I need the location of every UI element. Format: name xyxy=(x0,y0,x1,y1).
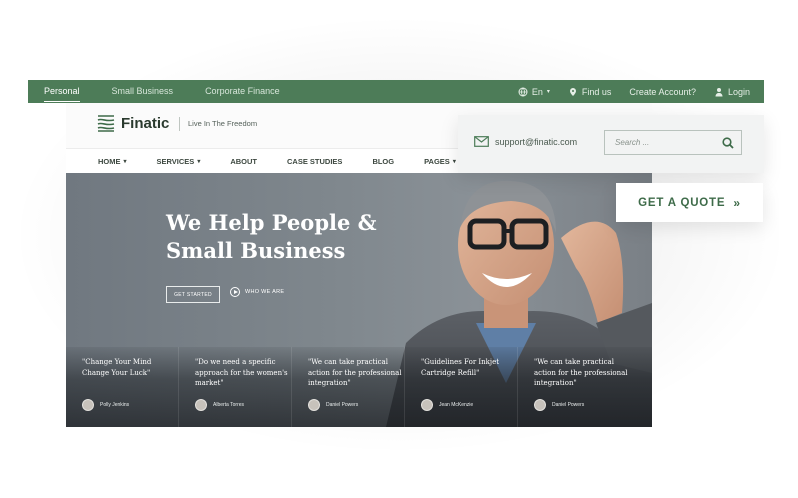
nav-label: HOME xyxy=(98,156,121,166)
testimonial-author: Alberta Torres xyxy=(195,399,244,411)
find-us-label: Find us xyxy=(581,86,612,97)
nav-item-blog[interactable]: BLOG xyxy=(372,157,394,166)
create-account-link[interactable]: Create Account? xyxy=(629,87,696,97)
nav-item-case-studies[interactable]: CASE STUDIES xyxy=(287,157,342,166)
hero-section: We Help People & Small Business GET STAR… xyxy=(66,173,652,427)
testimonial-author: Daniel Powers xyxy=(308,399,358,411)
chevron-down-icon: ▾ xyxy=(197,158,201,165)
avatar xyxy=(82,399,94,411)
who-we-are-link[interactable]: WHO WE ARE xyxy=(230,287,284,297)
tab-personal[interactable]: Personal xyxy=(28,80,96,103)
tab-small-business[interactable]: Small Business xyxy=(96,80,190,103)
avatar xyxy=(534,399,546,411)
testimonial-item[interactable]: "We can take practical action for the pr… xyxy=(518,347,631,427)
author-name: Alberta Torres xyxy=(213,402,245,408)
nav-label: SERVICES xyxy=(156,156,195,166)
get-started-button[interactable]: GET STARTED xyxy=(166,286,220,303)
hero-title: We Help People & Small Business xyxy=(166,210,377,263)
author-name: Daniel Powers xyxy=(326,402,359,408)
chevron-down-icon: ▾ xyxy=(452,158,456,165)
login-link[interactable]: Login xyxy=(714,87,750,97)
language-selector[interactable]: En ▾ xyxy=(518,87,550,97)
get-a-quote-button[interactable]: GET A QUOTE » xyxy=(616,183,763,222)
testimonial-quote: "We can take practical action for the pr… xyxy=(534,358,628,387)
search-box xyxy=(604,130,742,155)
who-we-are-label: WHO WE ARE xyxy=(245,289,285,295)
nav-label: CASE STUDIES xyxy=(287,156,343,166)
testimonial-item[interactable]: "Change Your Mind Change Your Luck" Poll… xyxy=(66,347,179,427)
testimonial-quote: "We can take practical action for the pr… xyxy=(308,358,402,387)
search-icon[interactable] xyxy=(722,137,734,149)
nav-label: PAGES xyxy=(424,156,450,166)
brand-name: Finatic xyxy=(121,114,170,132)
author-name: Daniel Powers xyxy=(552,402,585,408)
tab-corporate-finance[interactable]: Corporate Finance xyxy=(189,80,296,103)
language-label: En xyxy=(531,86,543,97)
testimonial-author: Jean McKenzie xyxy=(421,399,473,411)
chevron-down-icon: ▾ xyxy=(123,158,127,165)
nav-item-services[interactable]: SERVICES ▾ xyxy=(157,157,201,166)
nav-label: ABOUT xyxy=(230,156,257,166)
login-label: Login xyxy=(727,86,750,97)
avatar xyxy=(421,399,433,411)
globe-icon xyxy=(518,87,528,96)
author-name: Jean McKenzie xyxy=(439,402,474,408)
support-email-link[interactable]: support@finatic.com xyxy=(474,136,577,147)
testimonial-item[interactable]: "We can take practical action for the pr… xyxy=(292,347,405,427)
map-pin-icon xyxy=(569,87,576,96)
site-logo[interactable]: Finatic xyxy=(97,114,169,132)
support-email: support@finatic.com xyxy=(495,136,578,147)
testimonial-author: Polly Jenkins xyxy=(82,399,129,411)
chevron-down-icon: ▾ xyxy=(546,89,550,95)
testimonial-quote: "Change Your Mind Change Your Luck" xyxy=(82,358,152,377)
brand-tagline: Live In The Freedom xyxy=(179,117,257,131)
testimonial-item[interactable]: "Do we need a specific approach for the … xyxy=(179,347,292,427)
mockup-canvas: Personal Small Business Corporate Financ… xyxy=(0,0,798,498)
find-us-link[interactable]: Find us xyxy=(568,86,612,97)
testimonial-author: Daniel Powers xyxy=(534,399,584,411)
testimonial-item[interactable]: "Guidelines For Inkjet Cartridge Refill"… xyxy=(405,347,518,427)
avatar xyxy=(308,399,320,411)
get-a-quote-label: GET A QUOTE xyxy=(638,196,726,209)
testimonial-quote: "Do we need a specific approach for the … xyxy=(195,358,288,387)
top-bar: Personal Small Business Corporate Financ… xyxy=(28,80,764,103)
nav-item-about[interactable]: ABOUT xyxy=(230,157,257,166)
double-chevron-right-icon: » xyxy=(733,195,741,210)
avatar xyxy=(195,399,207,411)
nav-item-home[interactable]: HOME ▾ xyxy=(98,157,127,166)
create-account-label: Create Account? xyxy=(629,86,696,97)
testimonial-quote: "Guidelines For Inkjet Cartridge Refill" xyxy=(421,358,500,377)
mail-icon xyxy=(474,136,489,147)
nav-label: BLOG xyxy=(372,156,395,166)
author-name: Polly Jenkins xyxy=(100,402,130,408)
user-icon xyxy=(715,87,723,96)
finatic-logo-icon xyxy=(97,115,115,132)
top-bar-actions: En ▾ Find us Create Account? Login xyxy=(518,87,764,97)
testimonial-strip: "Change Your Mind Change Your Luck" Poll… xyxy=(66,347,652,427)
nav-item-pages[interactable]: PAGES ▾ xyxy=(424,157,456,166)
search-input[interactable] xyxy=(615,138,715,147)
play-icon xyxy=(230,287,240,297)
